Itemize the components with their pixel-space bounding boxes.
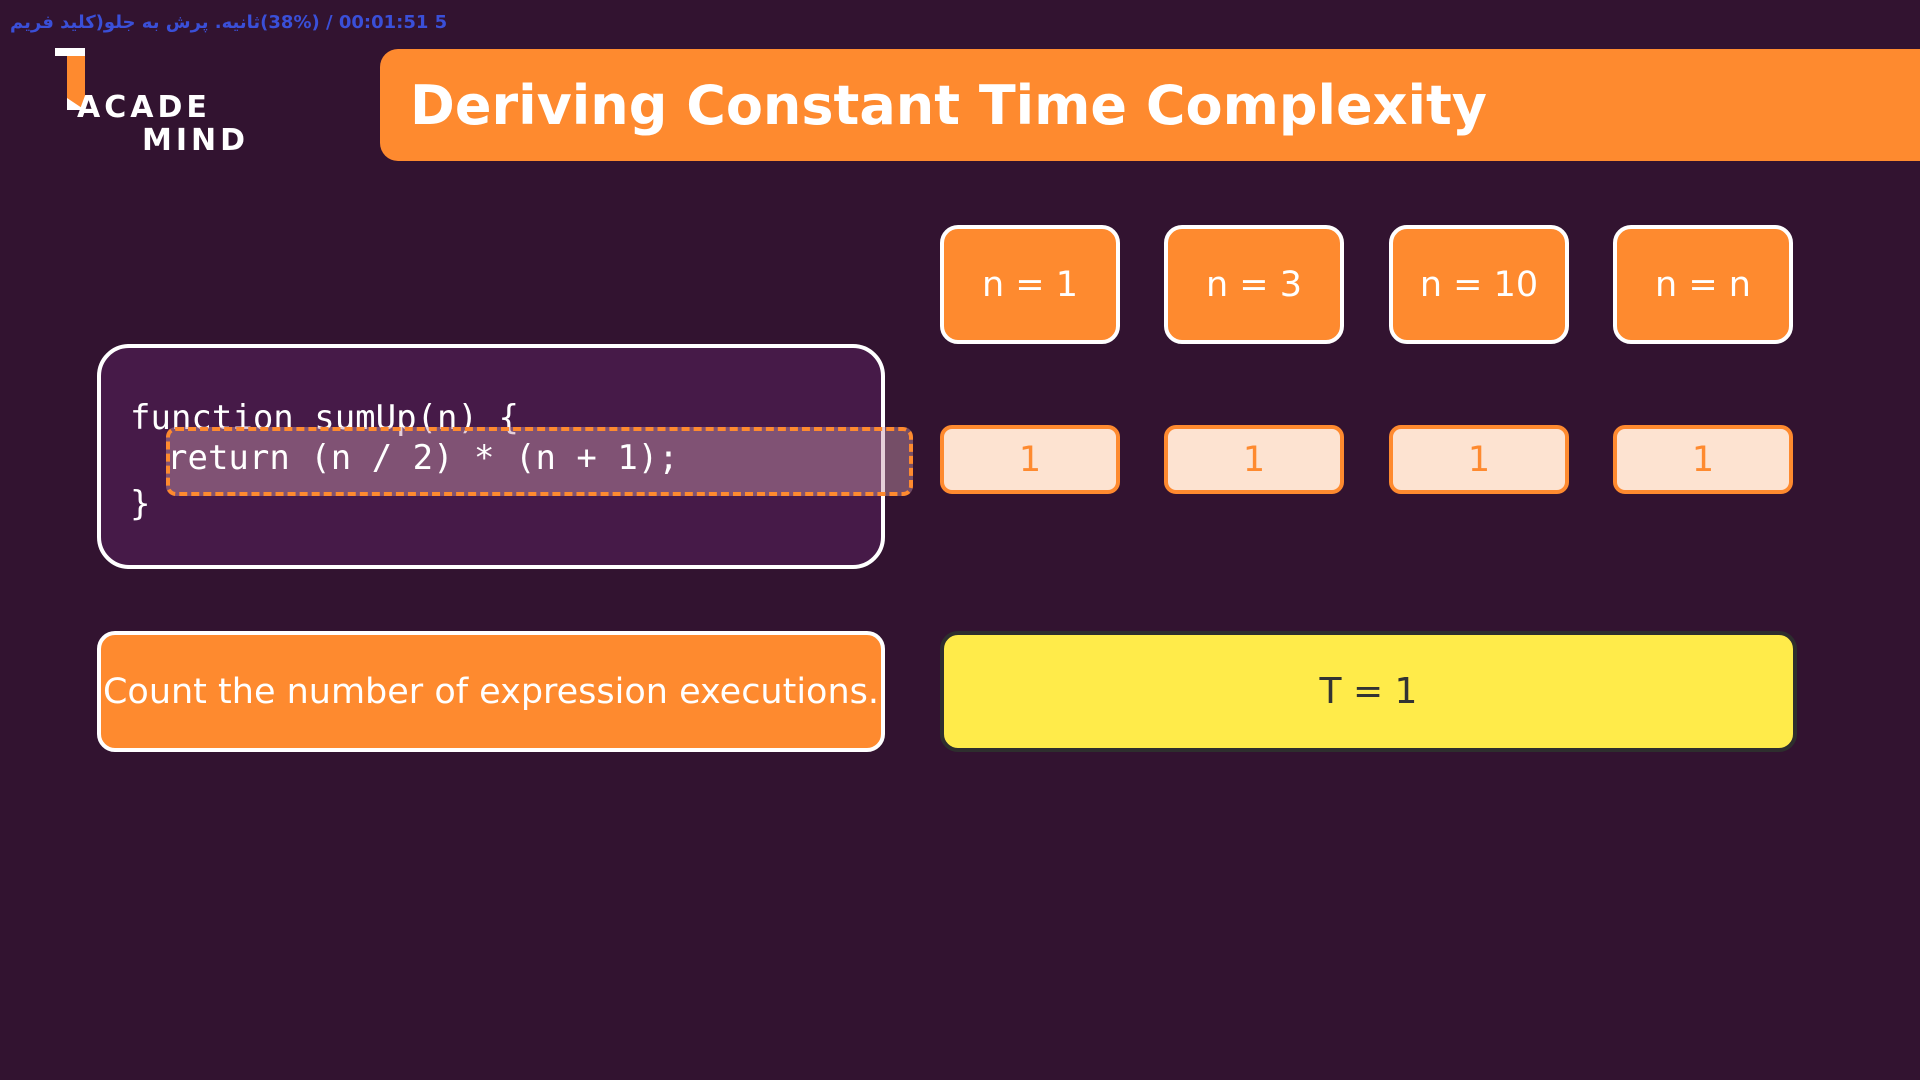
logo-text-line2: MIND [142, 123, 250, 158]
code-line-closing-brace: } [130, 484, 151, 524]
result-box: T = 1 [940, 631, 1797, 752]
code-line-return: return (n / 2) * (n + 1); [167, 438, 679, 478]
academind-logo: ACADE MIND [55, 48, 255, 158]
input-n10-box: n = 10 [1389, 225, 1569, 344]
execution-count-n10: 1 [1389, 425, 1569, 494]
execution-count-nn: 1 [1613, 425, 1793, 494]
input-n1-box: n = 1 [940, 225, 1120, 344]
slide-title: Deriving Constant Time Complexity [410, 73, 1487, 137]
execution-count-n1: 1 [940, 425, 1120, 494]
execution-count-n3: 1 [1164, 425, 1344, 494]
input-n3-box: n = 3 [1164, 225, 1344, 344]
input-nn-box: n = n [1613, 225, 1793, 344]
title-bar: Deriving Constant Time Complexity [380, 49, 1920, 161]
logo-text-line1: ACADE [77, 90, 211, 125]
instruction-box: Count the number of expression execution… [97, 631, 885, 752]
video-status-overlay: 5 00:01:51 / (38%)ثانیه. پرش به جلو(کلید… [10, 12, 448, 33]
